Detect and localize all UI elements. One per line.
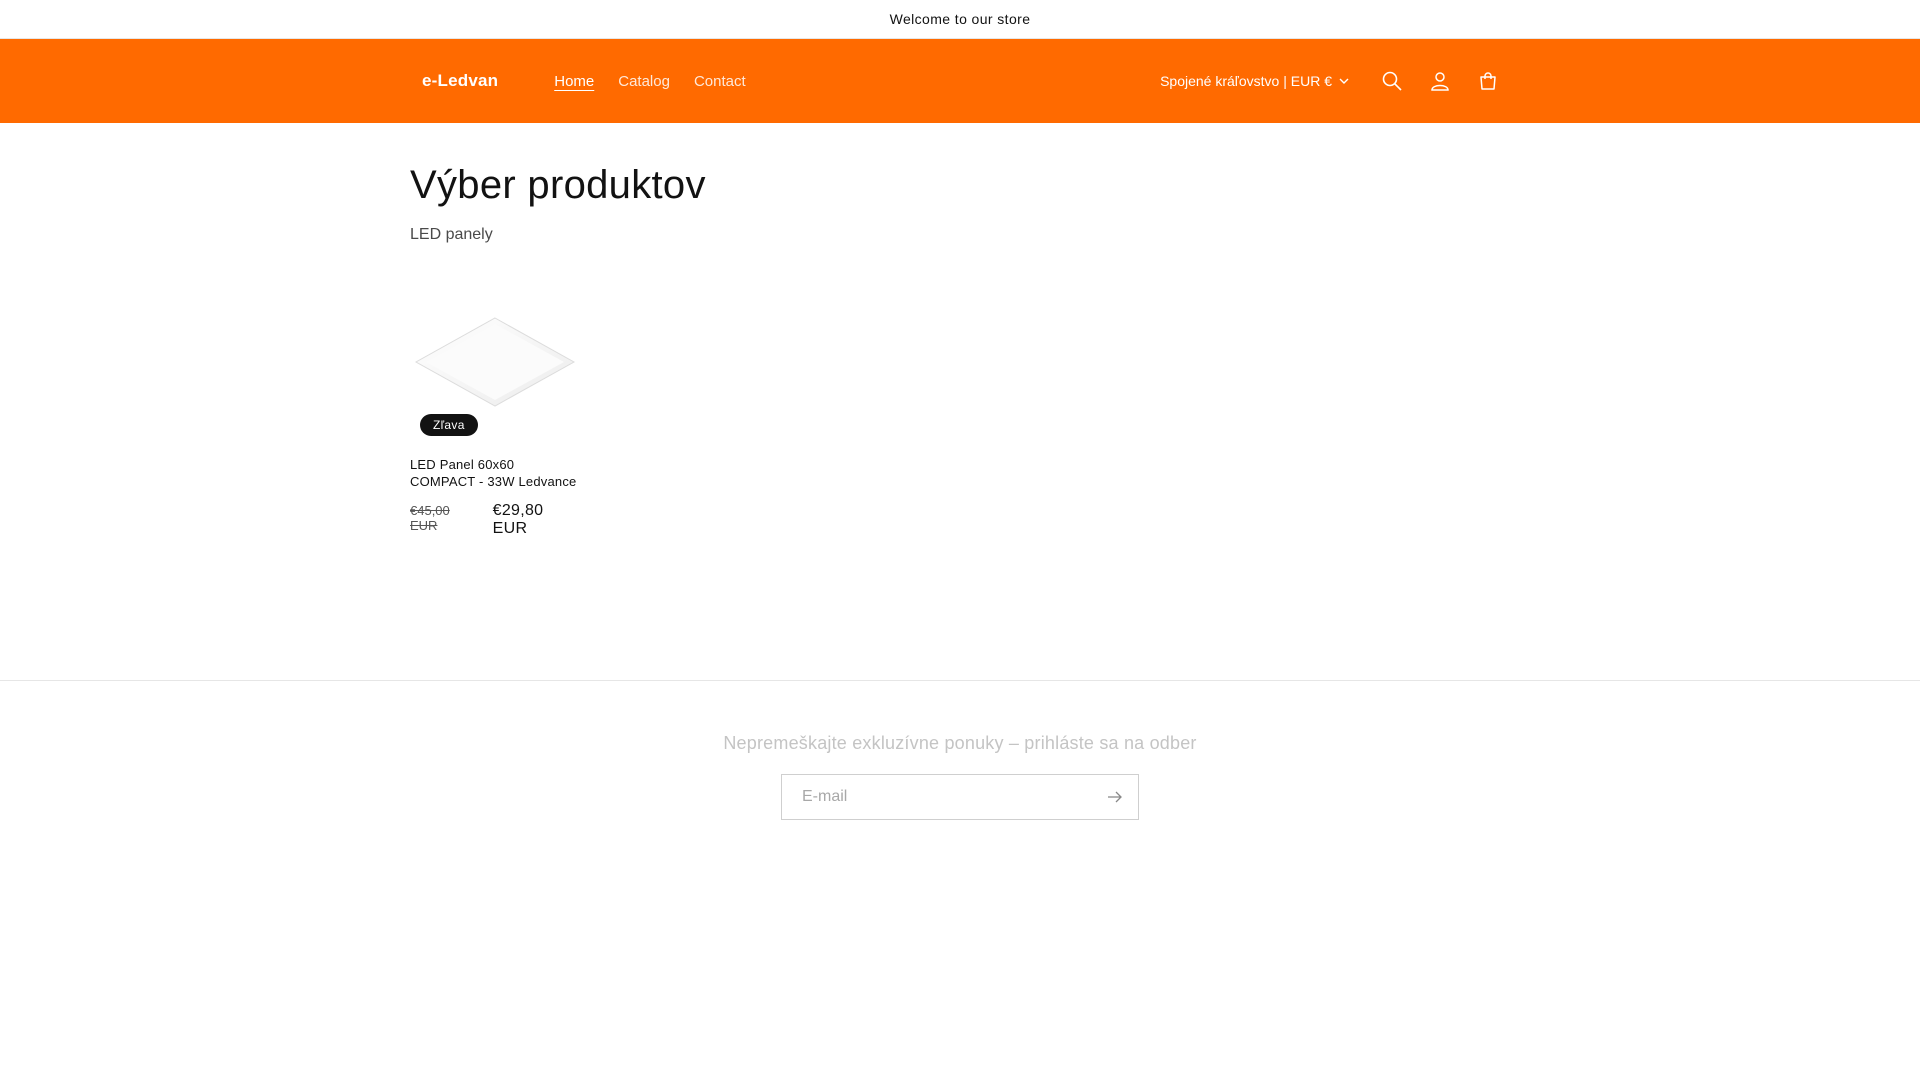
- cart-icon: [1480, 72, 1496, 90]
- sale-price: €29,80 EUR: [492, 502, 544, 537]
- subscribe-button[interactable]: [1092, 775, 1138, 819]
- led-panel-image: [414, 317, 576, 407]
- page-title: Výber produktov: [410, 163, 706, 207]
- search-icon: [1382, 71, 1402, 91]
- site-header: e-Ledvan Home Catalog Contact Spojené kr…: [0, 39, 1920, 123]
- nav-home[interactable]: Home: [542, 65, 606, 98]
- account-icon: [1431, 72, 1449, 91]
- store-logo[interactable]: e-Ledvan: [410, 71, 510, 91]
- collection-subtitle: LED panely: [410, 226, 493, 243]
- announcement-text: Welcome to our store: [889, 11, 1031, 27]
- price-row: €45,00 EUR €29,80 EUR: [410, 502, 580, 538]
- announcement-bar: Welcome to our store: [0, 0, 1920, 39]
- main-nav: Home Catalog Contact: [542, 65, 757, 98]
- site-footer: Nepremeškajte exkluzívne ponuky – prihlá…: [0, 680, 1920, 820]
- sale-badge: Zľava: [420, 414, 478, 436]
- account-button[interactable]: [1418, 59, 1462, 103]
- nav-catalog[interactable]: Catalog: [606, 65, 682, 98]
- product-title[interactable]: LED Panel 60x60 COMPACT - 33W Ledvance: [410, 456, 580, 490]
- chevron-down-icon: [1339, 78, 1349, 84]
- cart-button[interactable]: [1466, 59, 1510, 103]
- product-image[interactable]: Zľava: [410, 290, 580, 440]
- arrow-right-icon: [1108, 791, 1122, 803]
- newsletter-form: [781, 774, 1139, 820]
- country-selector-label: Spojené kráľovstvo | EUR €: [1160, 73, 1332, 89]
- country-currency-selector[interactable]: Spojené kráľovstvo | EUR €: [1150, 65, 1360, 97]
- main-content: Výber produktov LED panely Zľava LED Pan…: [410, 123, 1510, 538]
- newsletter-title: Nepremeškajte exkluzívne ponuky – prihlá…: [723, 733, 1197, 753]
- nav-contact[interactable]: Contact: [682, 65, 758, 98]
- regular-price: €45,00 EUR: [410, 503, 450, 533]
- product-card[interactable]: Zľava LED Panel 60x60 COMPACT - 33W Ledv…: [410, 290, 580, 538]
- email-input[interactable]: [782, 787, 1092, 807]
- search-button[interactable]: [1370, 59, 1414, 103]
